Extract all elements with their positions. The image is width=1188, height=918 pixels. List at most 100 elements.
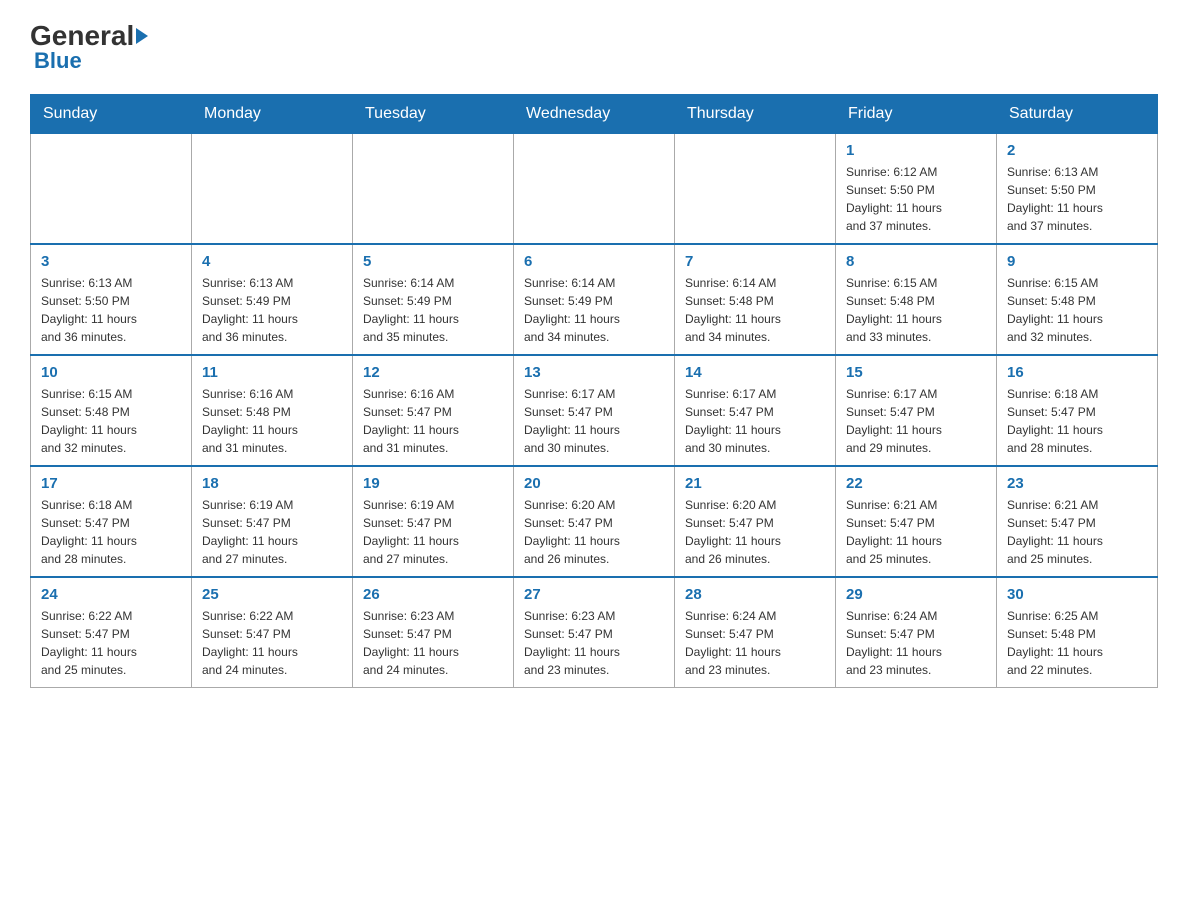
day-info: Sunrise: 6:24 AM Sunset: 5:47 PM Dayligh… [685,607,825,679]
day-number: 15 [846,364,986,381]
logo-blue-text: Blue [34,48,82,74]
day-info: Sunrise: 6:21 AM Sunset: 5:47 PM Dayligh… [846,496,986,568]
logo-triangle-icon [136,28,148,44]
day-info: Sunrise: 6:23 AM Sunset: 5:47 PM Dayligh… [524,607,664,679]
day-number: 16 [1007,364,1147,381]
day-number: 12 [363,364,503,381]
day-info: Sunrise: 6:15 AM Sunset: 5:48 PM Dayligh… [41,385,181,457]
day-info: Sunrise: 6:13 AM Sunset: 5:50 PM Dayligh… [1007,163,1147,235]
day-info: Sunrise: 6:20 AM Sunset: 5:47 PM Dayligh… [685,496,825,568]
day-number: 8 [846,253,986,270]
calendar-cell: 20 Sunrise: 6:20 AM Sunset: 5:47 PM Dayli… [514,466,675,577]
calendar-cell: 21 Sunrise: 6:20 AM Sunset: 5:47 PM Dayli… [675,466,836,577]
day-info: Sunrise: 6:23 AM Sunset: 5:47 PM Dayligh… [363,607,503,679]
day-info: Sunrise: 6:19 AM Sunset: 5:47 PM Dayligh… [363,496,503,568]
day-info: Sunrise: 6:14 AM Sunset: 5:49 PM Dayligh… [363,274,503,346]
day-number: 10 [41,364,181,381]
calendar-cell: 25Sunrise: 6:22 AM Sunset: 5:47 PM Dayli… [192,577,353,688]
day-info: Sunrise: 6:20 AM Sunset: 5:47 PM Dayligh… [524,496,664,568]
day-header-friday: Friday [836,95,997,134]
calendar-cell: 9 Sunrise: 6:15 AM Sunset: 5:48 PM Daylig… [997,244,1158,355]
day-header-thursday: Thursday [675,95,836,134]
day-number: 13 [524,364,664,381]
calendar-cell: 11 Sunrise: 6:16 AM Sunset: 5:48 PM Dayli… [192,355,353,466]
calendar-cell: 3Sunrise: 6:13 AM Sunset: 5:50 PM Daylig… [31,244,192,355]
day-info: Sunrise: 6:17 AM Sunset: 5:47 PM Dayligh… [685,385,825,457]
calendar-week-row: 10 Sunrise: 6:15 AM Sunset: 5:48 PM Dayli… [31,355,1158,466]
day-info: Sunrise: 6:14 AM Sunset: 5:48 PM Dayligh… [685,274,825,346]
calendar-cell: 16 Sunrise: 6:18 AM Sunset: 5:47 PM Dayli… [997,355,1158,466]
day-info: Sunrise: 6:17 AM Sunset: 5:47 PM Dayligh… [846,385,986,457]
day-number: 1 [846,142,986,159]
day-info: Sunrise: 6:18 AM Sunset: 5:47 PM Dayligh… [41,496,181,568]
day-number: 21 [685,475,825,492]
day-number: 26 [363,586,503,603]
calendar-cell: 5 Sunrise: 6:14 AM Sunset: 5:49 PM Daylig… [353,244,514,355]
day-number: 17 [41,475,181,492]
day-info: Sunrise: 6:13 AM Sunset: 5:50 PM Dayligh… [41,274,181,346]
calendar-cell: 19 Sunrise: 6:19 AM Sunset: 5:47 PM Dayli… [353,466,514,577]
day-number: 5 [363,253,503,270]
calendar-header-row: SundayMondayTuesdayWednesdayThursdayFrid… [31,95,1158,134]
calendar-cell: 23 Sunrise: 6:21 AM Sunset: 5:47 PM Dayli… [997,466,1158,577]
calendar-week-row: 24 Sunrise: 6:22 AM Sunset: 5:47 PM Dayli… [31,577,1158,688]
day-info: Sunrise: 6:17 AM Sunset: 5:47 PM Dayligh… [524,385,664,457]
day-number: 6 [524,253,664,270]
calendar-cell: 6 Sunrise: 6:14 AM Sunset: 5:49 PM Daylig… [514,244,675,355]
day-number: 19 [363,475,503,492]
day-number: 29 [846,586,986,603]
calendar-cell [514,134,675,245]
calendar-cell: 8 Sunrise: 6:15 AM Sunset: 5:48 PM Daylig… [836,244,997,355]
day-number: 30 [1007,586,1147,603]
calendar-cell: 27 Sunrise: 6:23 AM Sunset: 5:47 PM Dayli… [514,577,675,688]
day-info: Sunrise: 6:22 AM Sunset: 5:47 PM Dayligh… [41,607,181,679]
calendar-cell: 12Sunrise: 6:16 AM Sunset: 5:47 PM Dayli… [353,355,514,466]
day-header-sunday: Sunday [31,95,192,134]
calendar-cell: 4Sunrise: 6:13 AM Sunset: 5:49 PM Daylig… [192,244,353,355]
day-info: Sunrise: 6:16 AM Sunset: 5:48 PM Dayligh… [202,385,342,457]
calendar-cell: 24 Sunrise: 6:22 AM Sunset: 5:47 PM Dayli… [31,577,192,688]
day-info: Sunrise: 6:21 AM Sunset: 5:47 PM Dayligh… [1007,496,1147,568]
calendar-cell: 30 Sunrise: 6:25 AM Sunset: 5:48 PM Dayli… [997,577,1158,688]
calendar-cell: 15 Sunrise: 6:17 AM Sunset: 5:47 PM Dayli… [836,355,997,466]
calendar-cell: 22 Sunrise: 6:21 AM Sunset: 5:47 PM Dayli… [836,466,997,577]
calendar-cell [353,134,514,245]
day-number: 7 [685,253,825,270]
day-number: 9 [1007,253,1147,270]
day-number: 4 [202,253,342,270]
day-number: 23 [1007,475,1147,492]
day-number: 20 [524,475,664,492]
calendar-cell: 26 Sunrise: 6:23 AM Sunset: 5:47 PM Dayli… [353,577,514,688]
day-number: 18 [202,475,342,492]
day-info: Sunrise: 6:15 AM Sunset: 5:48 PM Dayligh… [846,274,986,346]
calendar-week-row: 3Sunrise: 6:13 AM Sunset: 5:50 PM Daylig… [31,244,1158,355]
day-number: 11 [202,364,342,381]
day-header-tuesday: Tuesday [353,95,514,134]
calendar-cell [192,134,353,245]
day-header-saturday: Saturday [997,95,1158,134]
calendar-cell [31,134,192,245]
day-info: Sunrise: 6:25 AM Sunset: 5:48 PM Dayligh… [1007,607,1147,679]
day-number: 27 [524,586,664,603]
calendar-week-row: 1 Sunrise: 6:12 AM Sunset: 5:50 PM Daylig… [31,134,1158,245]
day-info: Sunrise: 6:12 AM Sunset: 5:50 PM Dayligh… [846,163,986,235]
day-info: Sunrise: 6:15 AM Sunset: 5:48 PM Dayligh… [1007,274,1147,346]
calendar-cell: 10 Sunrise: 6:15 AM Sunset: 5:48 PM Dayli… [31,355,192,466]
day-number: 25 [202,586,342,603]
calendar-cell: 28 Sunrise: 6:24 AM Sunset: 5:47 PM Dayli… [675,577,836,688]
day-number: 22 [846,475,986,492]
day-header-wednesday: Wednesday [514,95,675,134]
calendar-cell: 2Sunrise: 6:13 AM Sunset: 5:50 PM Daylig… [997,134,1158,245]
day-number: 24 [41,586,181,603]
calendar-table: SundayMondayTuesdayWednesdayThursdayFrid… [30,94,1158,688]
calendar-cell: 14 Sunrise: 6:17 AM Sunset: 5:47 PM Dayli… [675,355,836,466]
day-number: 14 [685,364,825,381]
page-header: General Blue [30,20,1158,74]
day-number: 28 [685,586,825,603]
calendar-cell: 7 Sunrise: 6:14 AM Sunset: 5:48 PM Daylig… [675,244,836,355]
day-info: Sunrise: 6:18 AM Sunset: 5:47 PM Dayligh… [1007,385,1147,457]
day-info: Sunrise: 6:14 AM Sunset: 5:49 PM Dayligh… [524,274,664,346]
calendar-week-row: 17 Sunrise: 6:18 AM Sunset: 5:47 PM Dayli… [31,466,1158,577]
calendar-cell: 18 Sunrise: 6:19 AM Sunset: 5:47 PM Dayli… [192,466,353,577]
day-info: Sunrise: 6:19 AM Sunset: 5:47 PM Dayligh… [202,496,342,568]
